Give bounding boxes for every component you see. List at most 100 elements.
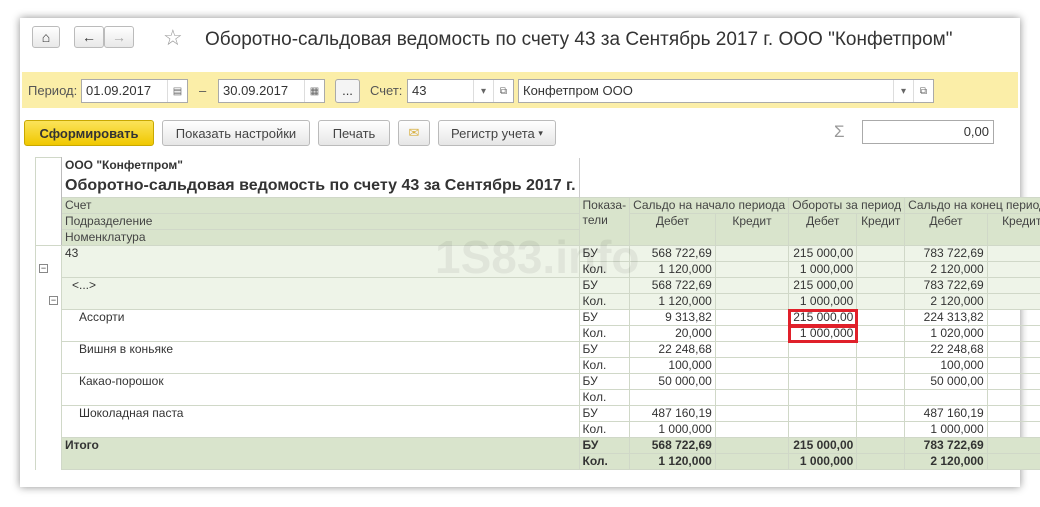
header-debit: Дебет: [629, 213, 716, 246]
calendar-icon[interactable]: ▤: [167, 80, 187, 102]
collapse-icon[interactable]: −: [39, 264, 48, 274]
indicator-cell: БУ: [578, 437, 631, 454]
period-select-button[interactable]: ...: [335, 79, 360, 103]
date-to-field[interactable]: 30.09.2017 ▦: [218, 79, 325, 103]
value-cell: 1 000,000: [788, 293, 858, 310]
show-settings-button[interactable]: Показать настройки: [162, 120, 310, 146]
value-cell: 2 120,000: [904, 261, 988, 278]
report-org: ООО "Конфетпром": [65, 158, 183, 172]
value-cell: [714, 405, 790, 422]
sum-field: 0,00: [862, 120, 994, 144]
email-button[interactable]: ✉: [398, 120, 430, 146]
value-cell: [856, 373, 906, 390]
indicator-cell: Кол.: [578, 453, 631, 470]
organization-value: Конфетпром ООО: [523, 83, 633, 98]
page-title: Оборотно-сальдовая ведомость по счету 43…: [205, 29, 953, 50]
value-cell: [714, 357, 790, 374]
date-from-value: 01.09.2017: [86, 83, 152, 98]
header-credit: Кредит: [986, 213, 1040, 246]
indicator-cell: БУ: [578, 341, 631, 358]
dropdown-icon[interactable]: ▾: [473, 80, 493, 102]
indicator-cell: БУ: [578, 309, 631, 326]
collapse-icon[interactable]: −: [49, 296, 58, 305]
value-cell: 215 000,00: [787, 308, 858, 327]
tree-gutter: [35, 405, 62, 438]
value-cell: 215 000,00: [788, 437, 858, 454]
tree-gutter: −: [35, 277, 62, 310]
value-cell: [986, 341, 1040, 358]
indicator-cell: Кол.: [578, 357, 631, 374]
value-cell: [629, 389, 716, 406]
value-cell: [714, 277, 790, 294]
value-cell: 783 722,69: [904, 277, 988, 294]
value-cell: 2 120,000: [904, 453, 988, 470]
back-button[interactable]: ←: [74, 26, 104, 48]
value-cell: [856, 309, 906, 326]
value-cell: [714, 325, 790, 342]
indicator-cell: Кол.: [578, 325, 631, 342]
header-debit: Дебет: [904, 213, 988, 246]
row-name[interactable]: Какао-порошок: [61, 373, 580, 406]
register-button[interactable]: Регистр учета ▾: [438, 120, 556, 146]
print-button[interactable]: Печать: [318, 120, 390, 146]
dropdown-icon[interactable]: ▾: [893, 80, 913, 102]
home-icon: ⌂: [41, 29, 51, 45]
star-icon[interactable]: ☆: [163, 25, 183, 51]
open-icon[interactable]: ⧉: [913, 80, 933, 102]
forward-button[interactable]: →: [104, 26, 134, 48]
value-cell: 1 000,000: [904, 421, 988, 438]
value-cell: [904, 389, 988, 406]
date-from-field[interactable]: 01.09.2017 ▤: [81, 79, 188, 103]
header-credit: Кредит: [714, 213, 790, 246]
value-cell: [856, 277, 906, 294]
value-cell: [714, 389, 790, 406]
value-cell: [788, 357, 858, 374]
header-turnover: Обороты за период: [788, 197, 906, 214]
indicator-cell: Кол.: [578, 293, 631, 310]
value-cell: [856, 245, 906, 262]
value-cell: [788, 373, 858, 390]
header-closing-balance: Сальдо на конец периода: [904, 197, 1040, 214]
row-name[interactable]: Вишня в коньяке: [61, 341, 580, 374]
value-cell: 1 000,000: [788, 261, 858, 278]
value-cell: [714, 373, 790, 390]
value-cell: 22 248,68: [904, 341, 988, 358]
value-cell: 215 000,00: [788, 245, 858, 262]
value-cell: 50 000,00: [904, 373, 988, 390]
account-field[interactable]: 43 ▾ ⧉: [407, 79, 514, 103]
report-window: ⌂ ← → ☆ Оборотно-сальдовая ведомость по …: [20, 18, 1040, 487]
value-cell: [986, 261, 1040, 278]
row-name[interactable]: Ассорти: [61, 309, 580, 342]
table-row: Шоколадная паста БУ 487 160,19 487 160,19: [35, 405, 1040, 438]
value-cell: [856, 357, 906, 374]
row-name[interactable]: Шоколадная паста: [61, 405, 580, 438]
open-icon[interactable]: ⧉: [493, 80, 513, 102]
value-cell: [788, 389, 858, 406]
arrow-right-icon: →: [112, 29, 126, 45]
generate-button[interactable]: Сформировать: [24, 120, 154, 146]
value-cell: 487 160,19: [904, 405, 988, 422]
value-cell: [788, 421, 858, 438]
report-title: Оборотно-сальдовая ведомость по счету 43…: [65, 176, 576, 194]
dash: –: [199, 83, 207, 98]
row-name[interactable]: Итого: [61, 437, 580, 470]
home-button[interactable]: ⌂: [32, 26, 60, 48]
account-value: 43: [412, 83, 427, 98]
value-cell: [856, 341, 906, 358]
value-cell: [986, 389, 1040, 406]
arrow-left-icon: ←: [82, 29, 96, 45]
value-cell: 568 722,69: [629, 437, 716, 454]
value-cell: [986, 245, 1040, 262]
header-credit: Кредит: [856, 213, 906, 246]
value-cell: [714, 245, 790, 262]
register-label: Регистр учета: [451, 125, 535, 141]
value-cell: [986, 357, 1040, 374]
tree-gutter: [35, 309, 62, 342]
value-cell: [714, 421, 790, 438]
organization-field[interactable]: Конфетпром ООО ▾ ⧉: [518, 79, 934, 103]
header-indicators-2: тели: [582, 213, 608, 227]
tree-gutter: [35, 341, 62, 374]
header-indicators-1: Показа-: [582, 198, 627, 213]
calendar-icon[interactable]: ▦: [304, 80, 324, 102]
header-division: Подразделение: [61, 213, 580, 230]
